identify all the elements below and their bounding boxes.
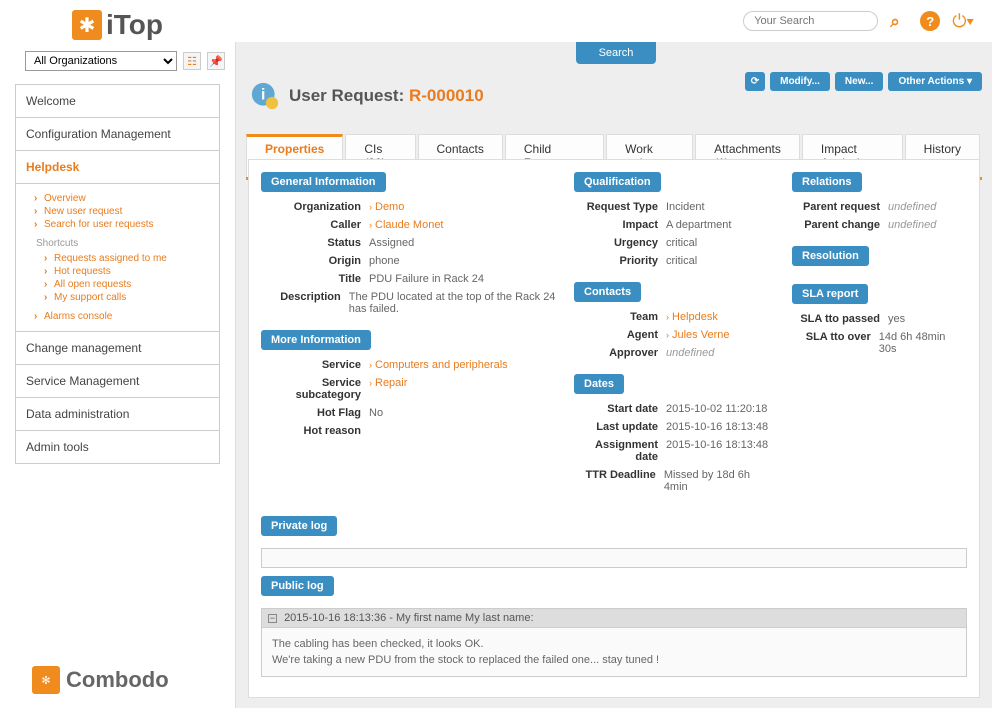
content: General Information Organization›Demo Ca… [248,159,980,698]
public-log-section: Public log − 2015-10-16 18:13:36 - My fi… [261,576,967,677]
sub-alarms[interactable]: Alarms console [44,311,112,322]
fieldset-dates: Dates Start date2015-10-02 11:20:18 Last… [574,374,774,496]
modify-button[interactable]: Modify... [770,72,830,91]
private-log-section: Private log [261,516,967,568]
val-start: 2015-10-02 11:20:18 [666,403,767,415]
fieldset-relations: Relations Parent requestundefined Parent… [792,172,957,234]
combodo-logo-icon: ✻ [32,666,60,694]
fieldset-resolution: Resolution [792,246,957,272]
log-entry-body: The cabling has been checked, it looks O… [262,628,966,676]
itop-logo-icon: ✱ [72,10,102,40]
nav-admin[interactable]: Admin tools [15,430,220,464]
itop-logo[interactable]: ✱ iTop [72,9,163,41]
fieldset-general: General Information Organization›Demo Ca… [261,172,556,318]
val-parent-req: undefined [888,201,936,213]
sub-my-calls[interactable]: My support calls [54,292,126,303]
legend-resolution: Resolution [792,246,869,266]
org-tree-icon[interactable]: ☷ [183,52,201,70]
sub-hot[interactable]: Hot requests [54,266,111,277]
legend-more: More Information [261,330,371,350]
nav-data[interactable]: Data administration [15,397,220,431]
combodo-logo-text: Combodo [66,667,169,693]
link-subcategory[interactable]: Repair [375,377,407,389]
main-area: Search ⟳ Modify... New... Other Actions … [235,42,992,708]
fieldset-more: More Information Service›Computers and p… [261,330,556,440]
sub-assigned[interactable]: Requests assigned to me [54,253,167,264]
val-status: Assigned [369,237,414,249]
refresh-button[interactable]: ⟳ [745,72,765,91]
link-organization[interactable]: Demo [375,201,404,213]
val-last: 2015-10-16 18:13:48 [666,421,768,433]
private-log-box[interactable] [261,548,967,568]
help-icon[interactable]: ? [920,11,940,31]
sub-overview[interactable]: Overview [44,193,86,204]
search-icon[interactable]: ⌕ [890,12,908,30]
nav-config[interactable]: Configuration Management [15,117,220,151]
page-title-ref: R-000010 [409,86,484,105]
nav-helpdesk-sub: Overview New user request Search for use… [15,184,220,332]
sub-search-requests[interactable]: Search for user requests [44,219,154,230]
val-sla-over: 14d 6h 48min 30s [879,331,957,355]
legend-contacts: Contacts [574,282,641,302]
val-sla-passed: yes [888,313,905,325]
val-impact: A department [666,219,731,231]
val-approver: undefined [666,347,714,359]
fieldset-qualification: Qualification Request TypeIncident Impac… [574,172,774,270]
val-parent-chg: undefined [888,219,936,231]
val-hotflag: No [369,407,383,419]
other-actions-button[interactable]: Other Actions ▾ [888,72,982,91]
val-origin: phone [369,255,400,267]
val-ttr: Missed by 18d 6h 4min [664,469,774,493]
org-pin-icon[interactable]: 📌 [207,52,225,70]
left-nav: Welcome Configuration Management Helpdes… [15,85,220,464]
val-assign: 2015-10-16 18:13:48 [666,439,768,463]
link-service[interactable]: Computers and peripherals [375,359,508,371]
link-caller[interactable]: Claude Monet [375,219,444,231]
page-title: User Request: R-000010 [289,86,484,106]
search-toggle[interactable]: Search [576,42,656,64]
combodo-logo[interactable]: ✻ Combodo [32,666,169,694]
nav-welcome[interactable]: Welcome [15,84,220,118]
legend-general: General Information [261,172,386,192]
sub-new-request[interactable]: New user request [44,206,122,217]
power-icon[interactable]: ⏻▾ [952,11,974,32]
itop-logo-text: iTop [106,9,163,41]
legend-sla: SLA report [792,284,868,304]
fieldset-contacts: Contacts Team›Helpdesk Agent›Jules Verne… [574,282,774,362]
sub-all-open[interactable]: All open requests [54,279,131,290]
legend-private-log: Private log [261,516,337,536]
val-priority: critical [666,255,697,267]
global-search-input[interactable] [743,11,878,31]
nav-change[interactable]: Change management [15,331,220,365]
log-entry-header: − 2015-10-16 18:13:36 - My first name My… [262,609,966,628]
legend-relations: Relations [792,172,862,192]
logo-area: ✱ iTop [0,0,235,42]
collapse-icon[interactable]: − [268,614,277,623]
val-reqtype: Incident [666,201,705,213]
legend-dates: Dates [574,374,624,394]
val-urgency: critical [666,237,697,249]
val-title: PDU Failure in Rack 24 [369,273,484,285]
legend-public-log: Public log [261,576,334,596]
legend-qualification: Qualification [574,172,661,192]
link-team[interactable]: Helpdesk [672,311,718,323]
request-icon: i [251,82,279,110]
sub-shortcuts-label: Shortcuts [36,237,215,250]
fieldset-sla: SLA report SLA tto passedyes SLA tto ove… [792,284,957,358]
link-agent[interactable]: Jules Verne [672,329,729,341]
svg-text:i: i [261,87,265,104]
val-description: The PDU located at the top of the Rack 2… [349,291,556,315]
org-selector[interactable]: All Organizations [25,51,177,71]
new-button[interactable]: New... [835,72,884,91]
nav-service[interactable]: Service Management [15,364,220,398]
nav-helpdesk[interactable]: Helpdesk [15,150,220,184]
public-log-box: − 2015-10-16 18:13:36 - My first name My… [261,608,967,677]
